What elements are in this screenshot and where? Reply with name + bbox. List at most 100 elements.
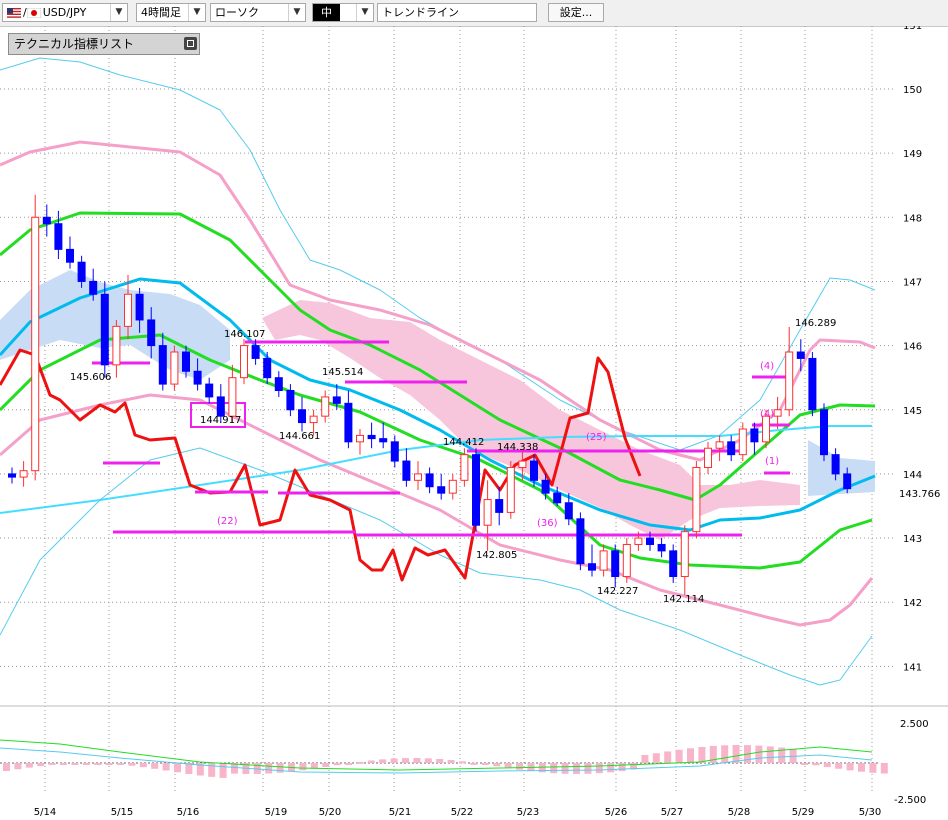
candle <box>437 473 446 500</box>
candle-body <box>240 345 248 379</box>
panel-toggle-icon[interactable] <box>184 37 197 50</box>
y-tick-label: 150 <box>903 85 922 96</box>
count-label: (36) <box>537 518 558 529</box>
candle-body <box>66 248 74 263</box>
oscillator-bar <box>345 763 352 765</box>
y-tick-label: 148 <box>903 213 922 224</box>
candle <box>402 448 411 487</box>
oscillator-tick-label: 2.500 <box>900 719 929 730</box>
oscillator-bar <box>835 763 843 769</box>
chart-style-select[interactable]: ローソク ▼ <box>210 3 306 22</box>
candle <box>19 461 28 487</box>
price-annotation-label: 144.917 <box>200 415 241 426</box>
chevron-down-icon[interactable]: ▼ <box>356 4 373 21</box>
size-select[interactable]: 中 ▼ <box>312 3 374 22</box>
candle-body <box>704 447 712 468</box>
candle <box>379 422 388 449</box>
candle-body <box>77 261 86 282</box>
candle <box>42 204 51 237</box>
chevron-down-icon[interactable]: ▼ <box>110 4 127 21</box>
oscillator-bar <box>299 763 307 771</box>
toolbar: / USD/JPY ▼ 4時間足 ▼ ローソク ▼ 中 ▼ トレンドライン 設定.… <box>0 0 948 27</box>
candle-body <box>785 351 794 411</box>
oscillator-bar <box>436 759 444 763</box>
price-annotation-label: 145.514 <box>322 367 363 378</box>
candle <box>31 194 40 481</box>
cloud-bullish <box>808 440 875 496</box>
y-tick-label: 144 <box>903 470 922 481</box>
candle <box>820 403 828 462</box>
candle-body <box>553 492 562 504</box>
candle-body <box>657 543 666 552</box>
oscillator-bar <box>550 763 558 774</box>
candle <box>344 390 353 449</box>
oscillator-bar <box>60 763 67 765</box>
y-tick-label: 147 <box>903 277 922 288</box>
x-tick-label: 5/21 <box>389 807 411 818</box>
candle-body <box>274 377 283 392</box>
candle <box>100 281 109 378</box>
x-tick-label: 5/26 <box>605 807 627 818</box>
candle <box>785 326 794 417</box>
oscillator-bar <box>333 763 341 766</box>
candle-body <box>414 473 422 481</box>
oscillator-bar <box>322 763 330 767</box>
oscillator-bar <box>424 758 432 763</box>
candle-body <box>495 499 504 513</box>
oscillator-bar <box>573 763 580 774</box>
y-tick-label: 151 <box>903 26 922 32</box>
currency-pair-select[interactable]: / USD/JPY ▼ <box>2 3 128 22</box>
drawing-tool-field[interactable]: トレンドライン <box>377 3 537 22</box>
timeframe-select[interactable]: 4時間足 ▼ <box>136 3 206 22</box>
candle-body <box>135 293 144 321</box>
candle <box>356 428 364 455</box>
candle-body <box>843 473 852 490</box>
candle-body <box>483 499 492 526</box>
candle-body <box>182 351 190 372</box>
currency-pair-label: USD/JPY <box>42 6 87 19</box>
oscillator-bar <box>618 763 626 772</box>
candle-body <box>216 396 225 417</box>
candle-body <box>472 454 480 526</box>
candle-body <box>170 351 179 385</box>
oscillator-bar <box>390 758 398 763</box>
candle-body <box>158 345 167 385</box>
x-tick-label: 5/19 <box>265 807 287 818</box>
x-tick-label: 5/28 <box>728 807 750 818</box>
candle <box>170 345 179 391</box>
chevron-down-icon[interactable]: ▼ <box>188 4 205 21</box>
oscillator-bar <box>117 763 124 765</box>
candle <box>274 371 283 397</box>
technical-indicator-list[interactable]: テクニカル指標リスト <box>8 33 200 55</box>
x-tick-label: 5/29 <box>792 807 814 818</box>
x-tick-label: 5/16 <box>177 807 199 818</box>
x-tick-label: 5/14 <box>34 807 56 818</box>
candle-body <box>599 550 608 571</box>
candle <box>680 525 689 596</box>
candle-body <box>727 441 736 456</box>
candle <box>599 544 608 577</box>
oscillator-bar <box>766 746 774 763</box>
oscillator-bar <box>265 763 273 774</box>
candle-body <box>193 370 202 385</box>
candle-body <box>669 550 678 578</box>
chevron-down-icon[interactable]: ▼ <box>288 4 305 21</box>
oscillator-bar <box>698 746 706 763</box>
count-label: (1) <box>765 456 779 467</box>
chart-style-label: ローソク <box>215 6 259 19</box>
oscillator-bar <box>664 751 672 763</box>
current-price-label: 143.766 <box>899 489 940 500</box>
candle <box>112 319 121 378</box>
oscillator-bar <box>151 763 159 769</box>
oscillator-bar <box>732 745 740 763</box>
settings-button[interactable]: 設定... <box>548 3 604 22</box>
price-chart[interactable]: 145.606 146.107 145.514 144.917 144.661 144.4… <box>0 26 948 820</box>
oscillator-bar <box>675 749 683 763</box>
candle-body <box>808 357 817 411</box>
candle-body <box>820 409 828 456</box>
candle-body <box>286 390 295 411</box>
oscillator-bar <box>652 753 660 763</box>
oscillator-bar <box>37 763 45 767</box>
y-tick-label: 145 <box>903 406 922 417</box>
oscillator-bar <box>584 763 592 774</box>
